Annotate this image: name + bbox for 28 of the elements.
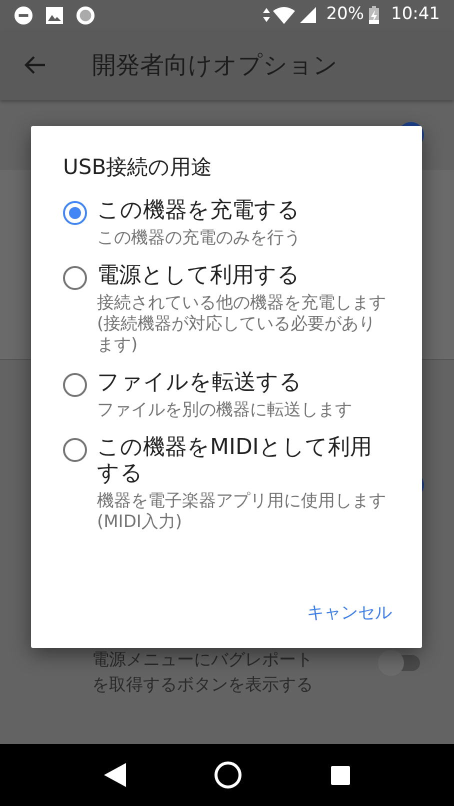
cancel-button[interactable]: キャンセル bbox=[307, 600, 392, 626]
option-description: 接続されている他の機器を充電します(接続機器が対応している必要があります) bbox=[97, 292, 387, 356]
radio-button[interactable] bbox=[63, 200, 87, 224]
option-label[interactable]: 電源として利用する bbox=[97, 262, 381, 288]
record-icon bbox=[76, 6, 95, 24]
back-arrow-icon bbox=[24, 56, 46, 74]
battery-percent: 20% bbox=[326, 3, 364, 26]
battery-charging-icon bbox=[369, 6, 379, 24]
do-not-disturb-icon bbox=[14, 6, 33, 24]
option-description: 機器を電子楽器アプリ用に使用します(MIDI入力) bbox=[97, 490, 387, 532]
dialog-title: USB接続の用途 bbox=[63, 154, 214, 181]
option-label[interactable]: ファイルを転送する bbox=[97, 370, 381, 396]
option-description: ファイルを別の機器に転送します bbox=[97, 400, 353, 420]
clock: 10:41 bbox=[391, 3, 440, 26]
image-icon bbox=[46, 6, 63, 24]
back-icon[interactable] bbox=[104, 763, 126, 787]
signal-icon bbox=[300, 7, 316, 23]
radio-button[interactable] bbox=[63, 372, 87, 396]
wifi-icon bbox=[273, 6, 296, 24]
radio-button[interactable] bbox=[63, 266, 87, 290]
data-arrows-icon bbox=[263, 8, 270, 22]
option-label[interactable]: この機器を充電する bbox=[97, 198, 381, 224]
home-icon[interactable] bbox=[214, 761, 242, 789]
page-title: 開発者向けオプション bbox=[92, 50, 338, 81]
radio-button[interactable] bbox=[63, 438, 87, 462]
option-label[interactable]: この機器をMIDIとして利用する bbox=[97, 434, 381, 486]
recents-icon[interactable] bbox=[330, 766, 350, 784]
option-description: この機器の充電のみを行う bbox=[97, 228, 302, 248]
